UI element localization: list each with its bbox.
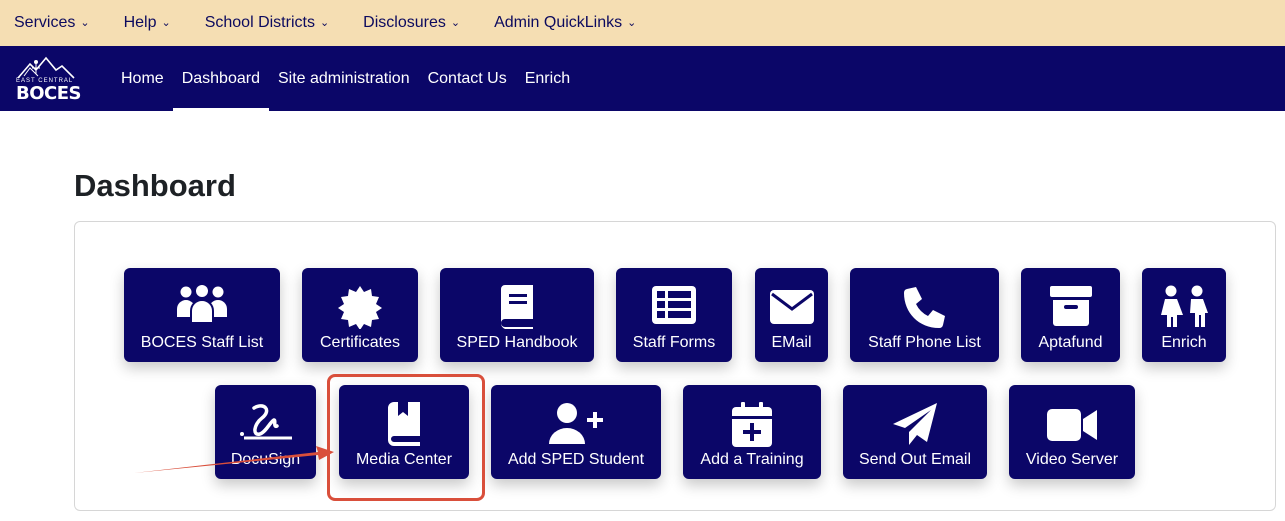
tile-label: BOCES Staff List xyxy=(140,334,264,351)
tile-label: Enrich xyxy=(1161,334,1207,351)
tile-label: EMail xyxy=(771,334,812,351)
menu-help[interactable]: Help ⌄ xyxy=(124,14,171,32)
chevron-down-icon: ⌄ xyxy=(319,16,330,29)
video-camera-icon xyxy=(1047,409,1097,441)
tile-label: SPED Handbook xyxy=(456,334,578,351)
mountain-logo-icon xyxy=(17,56,75,79)
children-icon xyxy=(1161,285,1208,327)
menu-help-label: Help xyxy=(123,14,157,31)
archive-box-icon xyxy=(1049,286,1092,326)
menu-admin-quicklinks[interactable]: Admin QuickLinks ⌄ xyxy=(494,14,636,32)
tile-label: Media Center xyxy=(355,451,453,468)
tile-aptafund[interactable]: Aptafund xyxy=(1021,268,1120,362)
tile-add-sped-student[interactable]: Add SPED Student xyxy=(491,385,661,479)
tile-label: Staff Phone List xyxy=(868,334,981,351)
tile-staff-forms[interactable]: Staff Forms xyxy=(616,268,732,362)
nav-dashboard[interactable]: Dashboard xyxy=(172,46,270,111)
nav-contact-us[interactable]: Contact Us xyxy=(419,46,516,111)
calendar-plus-icon xyxy=(732,402,772,447)
main-navbar: EAST CENTRAL BOCES Home Dashboard Site a… xyxy=(0,46,1285,111)
tile-label: Send Out Email xyxy=(858,451,972,468)
menu-disclosures[interactable]: Disclosures ⌄ xyxy=(363,14,460,32)
nav-enrich[interactable]: Enrich xyxy=(516,46,579,111)
tile-email[interactable]: EMail xyxy=(755,268,828,362)
chevron-down-icon: ⌄ xyxy=(161,16,171,29)
menu-services[interactable]: Services ⌄ xyxy=(14,14,90,32)
tile-media-center[interactable]: Media Center xyxy=(339,385,469,479)
book-icon xyxy=(500,285,533,329)
nav-home[interactable]: Home xyxy=(112,46,173,111)
table-list-icon xyxy=(652,286,696,324)
nav-site-administration[interactable]: Site administration xyxy=(269,46,419,111)
page-title: Dashboard xyxy=(74,168,236,203)
tile-label: Aptafund xyxy=(1038,334,1103,351)
tile-label: Staff Forms xyxy=(632,334,716,351)
tile-staff-phone-list[interactable]: Staff Phone List xyxy=(850,268,999,362)
menu-disclosures-label: Disclosures xyxy=(363,14,446,31)
tile-sped-handbook[interactable]: SPED Handbook xyxy=(440,268,594,362)
top-utility-bar: Services ⌄ Help ⌄ School Districts ⌄ Disclo… xyxy=(0,0,1285,46)
chevron-down-icon: ⌄ xyxy=(450,16,461,29)
tile-label: Video Server xyxy=(1025,451,1119,468)
chevron-down-icon: ⌄ xyxy=(627,16,637,29)
logo-title: BOCES xyxy=(16,83,82,104)
tile-label: Certificates xyxy=(319,334,401,351)
menu-services-label: Services xyxy=(14,14,76,31)
tile-label: Add a Training xyxy=(700,451,804,468)
menu-admin-quicklinks-label: Admin QuickLinks xyxy=(494,14,623,31)
certificate-icon xyxy=(338,286,382,329)
tile-label: DocuSign xyxy=(230,451,301,468)
tile-enrich[interactable]: Enrich xyxy=(1142,268,1226,362)
tile-docusign[interactable]: DocuSign xyxy=(215,385,316,479)
paper-plane-icon xyxy=(893,403,937,445)
people-group-icon xyxy=(177,285,227,324)
boces-logo[interactable]: EAST CENTRAL BOCES xyxy=(0,46,104,111)
book-bookmark-icon xyxy=(388,402,420,446)
envelope-icon xyxy=(769,290,814,324)
menu-school-districts-label: School Districts xyxy=(204,14,315,31)
tile-label: Add SPED Student xyxy=(507,451,645,468)
tile-add-a-training[interactable]: Add a Training xyxy=(683,385,821,479)
tile-boces-staff-list[interactable]: BOCES Staff List xyxy=(124,268,280,362)
tile-send-out-email[interactable]: Send Out Email xyxy=(843,385,987,479)
chevron-down-icon: ⌄ xyxy=(80,16,90,29)
signature-icon xyxy=(239,404,292,440)
phone-icon xyxy=(903,287,945,329)
tile-certificates[interactable]: Certificates xyxy=(302,268,418,362)
primary-nav: Home Dashboard Site administration Conta… xyxy=(112,46,579,111)
tile-video-server[interactable]: Video Server xyxy=(1009,385,1135,479)
user-plus-icon xyxy=(549,403,603,444)
menu-school-districts[interactable]: School Districts ⌄ xyxy=(205,14,329,32)
